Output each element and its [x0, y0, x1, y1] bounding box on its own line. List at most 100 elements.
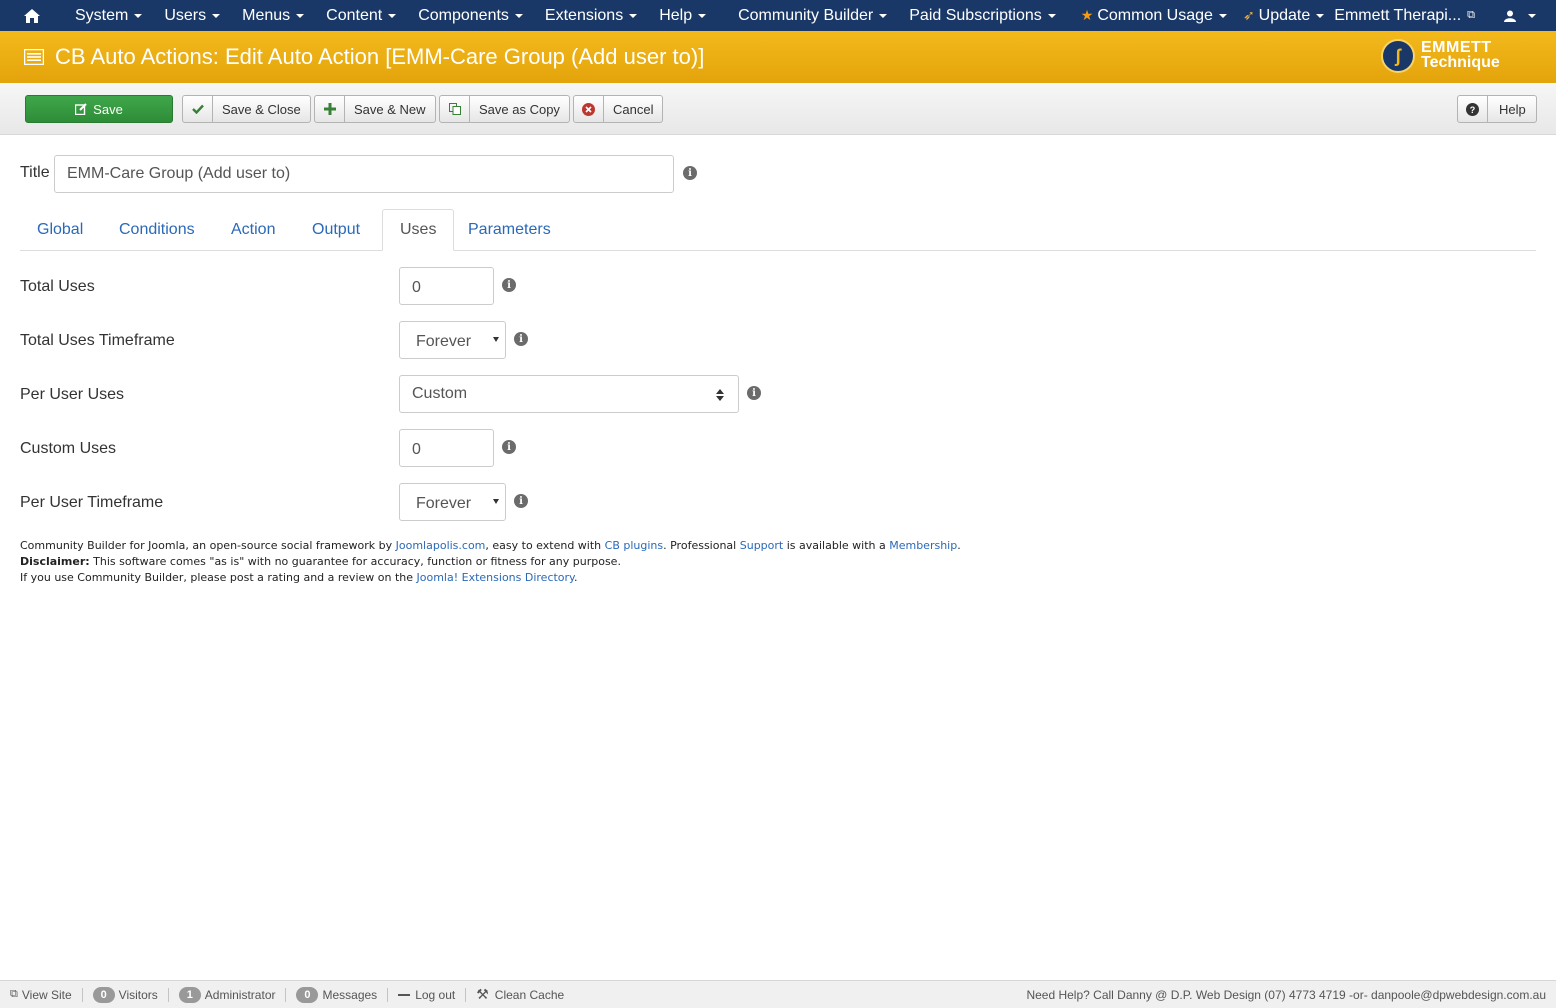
tab-uses[interactable]: Uses	[382, 209, 455, 251]
tab-output[interactable]: Output	[295, 209, 377, 251]
home-icon[interactable]	[0, 0, 64, 31]
cb-footer: Community Builder for Joomla, an open-so…	[20, 538, 961, 586]
info-icon[interactable]: i	[747, 386, 761, 400]
footer-text: , easy to extend with	[485, 539, 605, 552]
caret-down-icon	[629, 13, 638, 18]
menu-help[interactable]: Help	[648, 0, 717, 31]
cb-plugins-link[interactable]: CB plugins	[605, 539, 663, 552]
caret-down-icon	[493, 499, 499, 504]
footer-text: If you use Community Builder, please pos…	[20, 571, 417, 584]
svg-text:?: ?	[1470, 105, 1476, 115]
menu-common-usage[interactable]: ★ Common Usage	[1067, 0, 1233, 31]
menu-label: Users	[164, 6, 207, 24]
user-menu[interactable]	[1493, 0, 1556, 31]
per-user-timeframe-label: Per User Timeframe	[20, 494, 164, 511]
custom-uses-label: Custom Uses	[20, 440, 117, 457]
disclaimer-text: This software comes "as is" with no guar…	[89, 555, 621, 568]
info-icon[interactable]: i	[683, 166, 697, 180]
menu-label: Community Builder	[738, 6, 874, 24]
select-value: Custom	[412, 385, 468, 402]
menu-menus[interactable]: Menus	[231, 0, 315, 31]
external-link-icon: ⧉	[1467, 9, 1475, 21]
per-user-uses-select[interactable]: Custom	[399, 375, 739, 413]
caret-down-icon	[212, 13, 221, 18]
menu-components[interactable]: Components	[407, 0, 534, 31]
list-icon	[24, 49, 44, 65]
user-icon	[1504, 10, 1516, 22]
sort-down-icon	[716, 396, 724, 401]
minus-icon	[398, 993, 411, 996]
total-uses-timeframe-select[interactable]: Forever	[399, 321, 506, 359]
save-close-button[interactable]: Save & Close	[182, 95, 311, 123]
per-user-timeframe-select[interactable]: Forever	[399, 483, 506, 521]
page-title: CB Auto Actions: Edit Auto Action [EMM-C…	[55, 44, 705, 69]
emmett-logo: ʃ EMMETT Technique	[1381, 37, 1511, 77]
clean-cache-link[interactable]: ⚒ Clean Cache	[466, 981, 574, 1008]
title-input[interactable]: EMM-Care Group (Add user to)	[54, 155, 674, 193]
membership-link[interactable]: Membership	[889, 539, 957, 552]
tab-action[interactable]: Action	[214, 209, 292, 251]
site-link[interactable]: Emmett Therapi... ⧉	[1323, 0, 1493, 31]
administrator-link[interactable]: 1 Administrator	[169, 981, 286, 1008]
menu-label: Extensions	[544, 6, 624, 24]
visitors-link[interactable]: 0 Visitors	[83, 981, 168, 1008]
caret-down-icon	[1218, 13, 1227, 18]
tab-conditions[interactable]: Conditions	[102, 209, 212, 251]
tab-global[interactable]: Global	[20, 209, 100, 251]
save-copy-label: Save as Copy	[479, 101, 560, 117]
clean-cache-label: Clean Cache	[494, 987, 565, 1002]
messages-badge: 0	[296, 986, 319, 1003]
rocket-icon: ➶	[1242, 7, 1255, 23]
cancel-button[interactable]: Cancel	[573, 95, 664, 123]
info-icon[interactable]: i	[514, 332, 528, 346]
jed-link[interactable]: Joomla! Extensions Directory	[417, 571, 574, 584]
total-uses-input[interactable]: 0	[399, 267, 494, 305]
menu-label: Update	[1258, 6, 1311, 24]
star-icon: ★	[1080, 7, 1094, 23]
menu-paid-subscriptions[interactable]: Paid Subscriptions	[898, 0, 1067, 31]
title-label: Title	[20, 164, 50, 181]
caret-down-icon	[514, 13, 523, 18]
menu-extensions[interactable]: Extensions	[534, 0, 648, 31]
caret-down-icon	[698, 13, 707, 18]
menu-content[interactable]: Content	[315, 0, 407, 31]
menu-label: Help	[659, 6, 693, 24]
menu-community-builder[interactable]: Community Builder	[727, 0, 898, 31]
menu-system[interactable]: System	[64, 0, 153, 31]
copy-icon	[440, 96, 470, 122]
custom-uses-input[interactable]: 0	[399, 429, 494, 467]
logout-link[interactable]: Log out	[388, 981, 465, 1008]
support-link[interactable]: Support	[740, 539, 783, 552]
save-button[interactable]: Save	[25, 95, 173, 123]
menu-label: Menus	[242, 6, 291, 24]
joomlapolis-link[interactable]: Joomlapolis.com	[396, 539, 486, 552]
cancel-icon	[574, 96, 604, 122]
save-new-button[interactable]: Save & New	[314, 95, 436, 123]
help-button[interactable]: ? Help	[1457, 95, 1537, 123]
messages-label: Messages	[322, 987, 378, 1002]
cancel-label: Cancel	[613, 101, 654, 117]
logo-emblem-icon: ʃ	[1381, 39, 1415, 73]
menu-label: Common Usage	[1097, 6, 1213, 24]
select-value: Forever	[416, 494, 472, 512]
status-bar: ⧉ View Site 0 Visitors 1 Administrator 0 Mes…	[0, 980, 1556, 1008]
save-label: Save	[93, 101, 123, 117]
info-icon[interactable]: i	[502, 440, 516, 454]
tab-parameters[interactable]: Parameters	[451, 209, 568, 251]
logo-text-2: Technique	[1421, 54, 1500, 71]
logout-label: Log out	[415, 987, 456, 1002]
view-site-link[interactable]: ⧉ View Site	[0, 981, 82, 1008]
info-icon[interactable]: i	[502, 278, 516, 292]
menu-users[interactable]: Users	[153, 0, 231, 31]
footer-line-3: If you use Community Builder, please pos…	[20, 570, 961, 586]
site-name: Emmett Therapi...	[1334, 6, 1462, 24]
caret-down-icon	[1047, 13, 1056, 18]
info-icon[interactable]: i	[514, 494, 528, 508]
tab-bar: Global Conditions Action Output Uses Par…	[20, 209, 1536, 251]
plus-icon	[315, 96, 345, 122]
menu-update[interactable]: ➶ Update	[1233, 0, 1335, 31]
visitors-badge: 0	[92, 986, 115, 1003]
save-copy-button[interactable]: Save as Copy	[439, 95, 570, 123]
save-new-label: Save & New	[354, 101, 426, 117]
messages-link[interactable]: 0 Messages	[286, 981, 387, 1008]
